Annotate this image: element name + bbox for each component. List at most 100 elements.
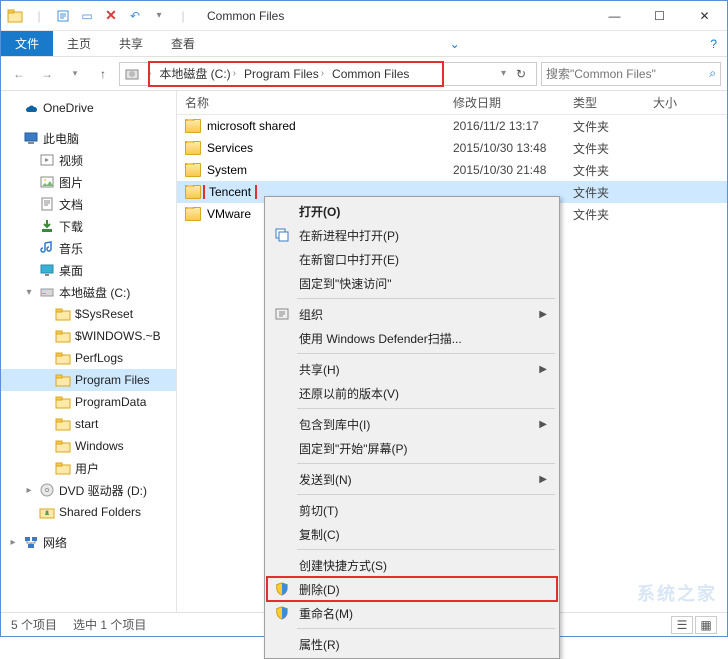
breadcrumb-item-0[interactable]: 本地磁盘 (C:)› <box>155 65 240 82</box>
icons-view-button[interactable]: ▦ <box>695 616 717 634</box>
properties-icon[interactable] <box>53 6 73 26</box>
nav-item-8[interactable]: ▾ 本地磁盘 (C:) <box>1 281 176 303</box>
menu-label: 使用 Windows Defender扫描... <box>299 330 462 347</box>
nav-item-16[interactable]: 用户 <box>1 457 176 479</box>
nav-label: 此电脑 <box>43 130 79 147</box>
nav-label: 网络 <box>43 534 67 551</box>
menu-item[interactable]: 组织▶ <box>267 302 557 326</box>
file-row[interactable]: microsoft shared2016/11/2 13:17文件夹 <box>177 115 727 137</box>
close-button[interactable]: ✕ <box>682 1 727 31</box>
expand-icon[interactable]: ▸ <box>7 537 19 548</box>
menu-item[interactable]: 属性(R) <box>267 632 557 656</box>
nav-item-14[interactable]: start <box>1 413 176 435</box>
up-button[interactable]: ↑ <box>91 62 115 86</box>
nav-item-3[interactable]: 图片 <box>1 171 176 193</box>
col-date[interactable]: 修改日期 <box>445 94 565 111</box>
expand-icon[interactable]: ▾ <box>23 287 35 298</box>
menu-item[interactable]: 固定到"快速访问" <box>267 271 557 295</box>
breadcrumb-item-2[interactable]: Common Files <box>328 67 413 81</box>
video-icon <box>39 152 55 168</box>
nav-item-5[interactable]: 下载 <box>1 215 176 237</box>
nav-item-7[interactable]: 桌面 <box>1 259 176 281</box>
qat-separator: | <box>29 6 49 26</box>
submenu-arrow-icon: ▶ <box>539 419 547 430</box>
tab-share[interactable]: 共享 <box>105 31 157 56</box>
menu-item[interactable]: 剪切(T) <box>267 498 557 522</box>
menu-item[interactable]: 使用 Windows Defender扫描... <box>267 326 557 350</box>
minimize-button[interactable]: — <box>592 1 637 31</box>
menu-item[interactable]: 在新窗口中打开(E) <box>267 247 557 271</box>
delete-icon[interactable]: ✕ <box>101 6 121 26</box>
refresh-button[interactable]: ↻ <box>510 67 532 81</box>
nav-label: $WINDOWS.~B <box>75 329 161 343</box>
menu-item[interactable]: 打开(O) <box>267 199 557 223</box>
menu-item[interactable]: 重命名(M) <box>267 601 557 625</box>
nav-label: 本地磁盘 (C:) <box>59 284 130 301</box>
nav-item-1[interactable]: 此电脑 <box>1 127 176 149</box>
breadcrumb-dropdown-icon[interactable]: ▾ <box>501 68 510 79</box>
col-size[interactable]: 大小 <box>645 94 727 111</box>
nav-item-11[interactable]: PerfLogs <box>1 347 176 369</box>
col-name[interactable]: 名称 <box>177 94 445 111</box>
menu-item[interactable]: 固定到"开始"屏幕(P) <box>267 436 557 460</box>
tab-view[interactable]: 查看 <box>157 31 209 56</box>
nav-item-6[interactable]: 音乐 <box>1 237 176 259</box>
blank-icon <box>273 525 291 543</box>
submenu-arrow-icon: ▶ <box>539 309 547 320</box>
network-icon <box>23 534 39 550</box>
folder-icon <box>5 6 25 26</box>
menu-item[interactable]: 创建快捷方式(S) <box>267 553 557 577</box>
help-icon[interactable]: ? <box>700 31 727 56</box>
ribbon: 文件 主页 共享 查看 ⌄ ? <box>1 31 727 57</box>
menu-item[interactable]: 发送到(N)▶ <box>267 467 557 491</box>
new-folder-icon[interactable]: ▭ <box>77 6 97 26</box>
nav-item-17[interactable]: ▸DVD 驱动器 (D:) <box>1 479 176 501</box>
navigation-pane[interactable]: OneDrive 此电脑视频图片文档下载音乐桌面 ▾ 本地磁盘 (C:) $SysRes… <box>1 91 177 612</box>
back-button[interactable]: ← <box>7 62 31 86</box>
nav-item-9[interactable]: $SysReset <box>1 303 176 325</box>
file-row[interactable]: Services2015/10/30 13:48文件夹 <box>177 137 727 159</box>
menu-item[interactable]: 还原以前的版本(V) <box>267 381 557 405</box>
details-view-button[interactable]: ☰ <box>671 616 693 634</box>
qat-dropdown-icon[interactable]: ▾ <box>149 6 169 26</box>
breadcrumb-chevron[interactable]: › <box>144 68 155 79</box>
nav-item-19[interactable]: ▸ 网络 <box>1 531 176 553</box>
menu-label: 复制(C) <box>299 526 340 543</box>
nav-item-13[interactable]: ProgramData <box>1 391 176 413</box>
forward-button[interactable]: → <box>35 62 59 86</box>
blank-icon <box>273 501 291 519</box>
nav-item-2[interactable]: 视频 <box>1 149 176 171</box>
maximize-button[interactable]: ☐ <box>637 1 682 31</box>
nav-item-18[interactable]: Shared Folders <box>1 501 176 523</box>
undo-icon[interactable]: ↶ <box>125 6 145 26</box>
title-bar: | ▭ ✕ ↶ ▾ | Common Files — ☐ ✕ <box>1 1 727 31</box>
menu-label: 删除(D) <box>299 581 340 598</box>
expand-icon[interactable]: ▸ <box>23 485 35 496</box>
menu-item[interactable]: 在新进程中打开(P) <box>267 223 557 247</box>
menu-item[interactable]: 共享(H)▶ <box>267 357 557 381</box>
search-box[interactable]: ⌕ <box>541 62 721 86</box>
pictures-icon <box>39 174 55 190</box>
menu-separator <box>297 549 555 550</box>
col-type[interactable]: 类型 <box>565 94 645 111</box>
breadcrumb[interactable]: › 本地磁盘 (C:)› Program Files› Common Files… <box>119 62 537 86</box>
nav-item-15[interactable]: Windows <box>1 435 176 457</box>
nav-item-10[interactable]: $WINDOWS.~B <box>1 325 176 347</box>
file-date: 2015/10/30 13:48 <box>445 141 565 155</box>
menu-item[interactable]: 删除(D) <box>267 577 557 601</box>
tab-home[interactable]: 主页 <box>53 31 105 56</box>
menu-item[interactable]: 复制(C) <box>267 522 557 546</box>
file-row[interactable]: System2015/10/30 21:48文件夹 <box>177 159 727 181</box>
recent-dropdown-icon[interactable]: ▾ <box>63 62 87 86</box>
nav-item-4[interactable]: 文档 <box>1 193 176 215</box>
ribbon-expand-icon[interactable]: ⌄ <box>440 31 470 56</box>
nav-item-12[interactable]: Program Files <box>1 369 176 391</box>
menu-item[interactable]: 包含到库中(I)▶ <box>267 412 557 436</box>
nav-label: $SysReset <box>75 307 133 321</box>
search-icon[interactable]: ⌕ <box>709 66 716 81</box>
nav-item-0[interactable]: OneDrive <box>1 97 176 119</box>
tab-file[interactable]: 文件 <box>1 31 53 56</box>
search-input[interactable] <box>546 67 709 81</box>
folder-icon <box>185 185 201 199</box>
breadcrumb-item-1[interactable]: Program Files› <box>240 67 328 81</box>
